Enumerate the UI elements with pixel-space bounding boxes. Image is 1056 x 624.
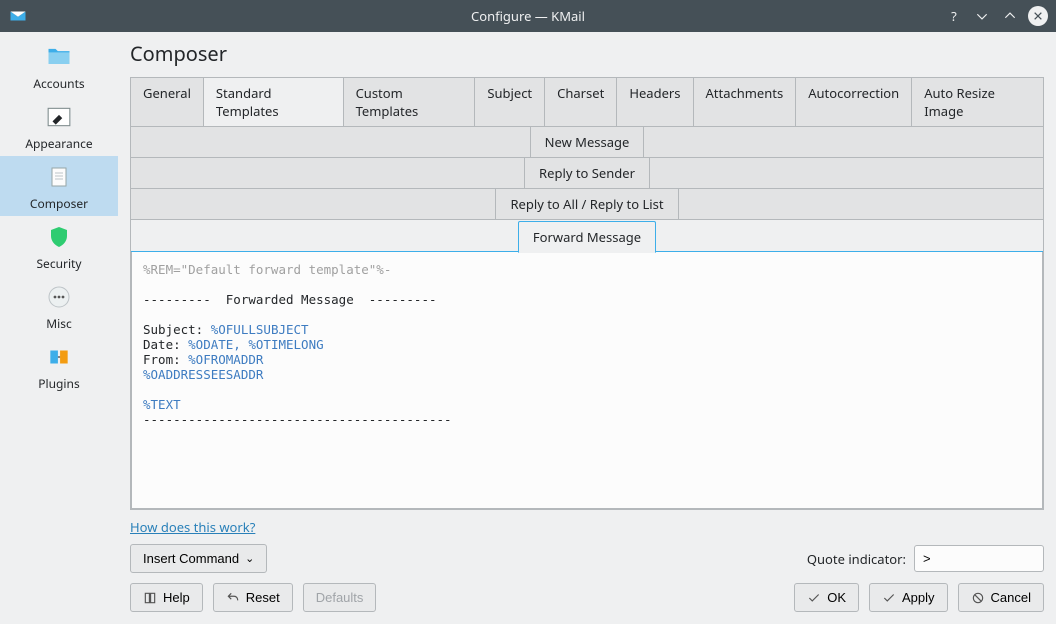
apply-button[interactable]: Apply — [869, 583, 948, 612]
app-icon — [6, 4, 30, 28]
tab-standard-templates[interactable]: Standard Templates — [203, 77, 343, 127]
cancel-button[interactable]: Cancel — [958, 583, 1044, 612]
sidebar-item-label: Composer — [30, 195, 88, 212]
outer-tab-bar: General Standard Templates Custom Templa… — [130, 77, 1044, 127]
template-text-var: %TEXT — [143, 397, 181, 412]
ok-button[interactable]: OK — [794, 583, 859, 612]
insert-command-button[interactable]: Insert Command ⌄ — [130, 544, 267, 573]
quote-indicator-label: Quote indicator: — [807, 550, 906, 568]
cancel-icon — [971, 591, 985, 605]
check-icon — [807, 591, 821, 605]
inner-tab-new-message[interactable]: New Message — [530, 127, 645, 157]
close-icon[interactable] — [1028, 6, 1048, 26]
template-subject-lbl: Subject: — [143, 322, 211, 337]
reset-button-label: Reset — [246, 590, 280, 605]
dialog-footer: Help Reset Defaults OK Apply — [130, 583, 1044, 612]
tab-custom-templates[interactable]: Custom Templates — [343, 77, 475, 127]
tab-general[interactable]: General — [130, 77, 203, 127]
quote-indicator-input[interactable] — [914, 545, 1044, 572]
plugin-icon — [43, 341, 75, 373]
defaults-button[interactable]: Defaults — [303, 583, 377, 612]
inner-tab-reply-sender[interactable]: Reply to Sender — [524, 158, 650, 188]
template-editor[interactable]: %REM="Default forward template"%- ------… — [132, 252, 1042, 508]
sidebar-item-label: Security — [36, 255, 81, 272]
sidebar-item-plugins[interactable]: Plugins — [0, 336, 118, 396]
maximize-icon[interactable] — [1000, 6, 1020, 26]
sidebar-item-label: Plugins — [38, 375, 79, 392]
sidebar-item-label: Appearance — [25, 135, 92, 152]
tab-charset[interactable]: Charset — [544, 77, 616, 127]
document-icon — [43, 161, 75, 193]
inner-tab-reply-all[interactable]: Reply to All / Reply to List — [495, 189, 678, 219]
template-addr-var: %OADDRESSEESADDR — [143, 367, 263, 382]
sidebar-item-composer[interactable]: Composer — [0, 156, 118, 216]
tab-headers[interactable]: Headers — [616, 77, 692, 127]
titlebar: Configure — KMail ? — [0, 0, 1056, 32]
defaults-button-label: Defaults — [316, 590, 364, 605]
help-button-label: Help — [163, 590, 190, 605]
sidebar: Accounts Appearance Composer Security Mi… — [0, 32, 118, 624]
sidebar-item-label: Misc — [46, 315, 72, 332]
undo-icon — [226, 591, 240, 605]
tab-auto-resize-image[interactable]: Auto Resize Image — [911, 77, 1044, 127]
help-icon[interactable]: ? — [944, 6, 964, 26]
sidebar-item-security[interactable]: Security — [0, 216, 118, 276]
pencil-icon — [43, 101, 75, 133]
book-icon — [143, 591, 157, 605]
help-link[interactable]: How does this work? — [130, 518, 1044, 536]
template-sep-head: --------- Forwarded Message --------- — [143, 292, 437, 307]
folder-icon — [43, 41, 75, 73]
tab-autocorrection[interactable]: Autocorrection — [795, 77, 911, 127]
inner-tab-forward-message[interactable]: Forward Message — [518, 221, 656, 253]
tab-attachments[interactable]: Attachments — [693, 77, 796, 127]
page-title: Composer — [130, 40, 1044, 67]
template-sep-tail: ----------------------------------------… — [143, 412, 452, 427]
ok-button-label: OK — [827, 590, 846, 605]
shield-icon — [43, 221, 75, 253]
chevron-down-icon: ⌄ — [245, 552, 254, 565]
window-title: Configure — KMail — [0, 7, 1056, 25]
template-from-lbl: From: — [143, 352, 188, 367]
check-icon — [882, 591, 896, 605]
dots-icon — [43, 281, 75, 313]
template-date-var: %ODATE, %OTIMELONG — [188, 337, 323, 352]
template-date-lbl: Date: — [143, 337, 188, 352]
sidebar-item-label: Accounts — [33, 75, 84, 92]
sidebar-item-misc[interactable]: Misc — [0, 276, 118, 336]
sidebar-item-appearance[interactable]: Appearance — [0, 96, 118, 156]
apply-button-label: Apply — [902, 590, 935, 605]
help-button[interactable]: Help — [130, 583, 203, 612]
insert-command-label: Insert Command — [143, 551, 239, 566]
content-area: Composer General Standard Templates Cust… — [118, 32, 1056, 624]
tab-subject[interactable]: Subject — [474, 77, 544, 127]
template-comment: %REM="Default forward template"%- — [143, 262, 391, 277]
template-subject-var: %OFULLSUBJECT — [211, 322, 309, 337]
minimize-icon[interactable] — [972, 6, 992, 26]
standard-templates-panel: New Message Reply to Sender Reply to All… — [130, 127, 1044, 510]
template-from-var: %OFROMADDR — [188, 352, 263, 367]
sidebar-item-accounts[interactable]: Accounts — [0, 36, 118, 96]
cancel-button-label: Cancel — [991, 590, 1031, 605]
reset-button[interactable]: Reset — [213, 583, 293, 612]
